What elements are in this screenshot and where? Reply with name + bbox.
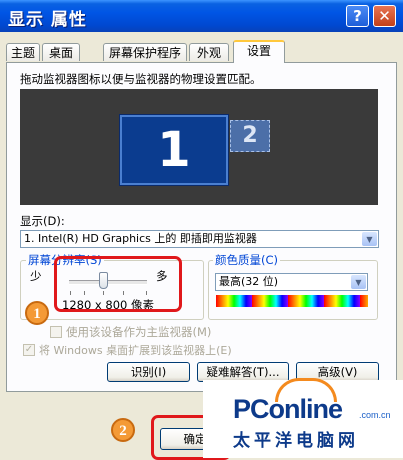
extend-desktop-label: 将 Windows 桌面扩展到该监视器上(E)	[39, 344, 232, 357]
window-title: 显示 属性	[8, 10, 87, 30]
color-quality-value: 最高(32 位)	[219, 275, 279, 288]
color-quality-select[interactable]: 最高(32 位) ▼	[215, 273, 368, 291]
watermark-subtitle: 太平洋电脑网	[233, 431, 359, 451]
troubleshoot-button[interactable]: 疑难解答(T)...	[197, 362, 289, 382]
color-quality-group-title: 颜色质量(C)	[213, 252, 281, 268]
primary-monitor-label: 使用该设备作为主监视器(M)	[66, 325, 212, 339]
display-select-value: 1. Intel(R) HD Graphics 上的 即插即用监视器	[24, 232, 257, 245]
annotation-highlight-resolution	[54, 256, 182, 312]
annotation-step-1-badge: 1	[25, 301, 49, 325]
identify-button[interactable]: 识别(I)	[107, 362, 190, 382]
title-bar[interactable]: 显示 属性 ? ✕	[0, 0, 403, 32]
close-button[interactable]: ✕	[373, 5, 396, 27]
resolution-less-label: 少	[30, 269, 42, 283]
monitor-arrangement: 1 2	[20, 89, 378, 205]
display-label: 显示(D):	[20, 214, 65, 228]
chevron-down-icon[interactable]: ▼	[351, 275, 366, 289]
annotation-step-2-badge: 2	[111, 418, 135, 442]
monitor-1-icon[interactable]: 1	[120, 115, 228, 185]
tab-appearance[interactable]: 外观	[189, 43, 229, 61]
tab-settings[interactable]: 设置	[233, 40, 285, 63]
tab-desktop[interactable]: 桌面	[42, 43, 80, 61]
tab-themes[interactable]: 主题	[6, 43, 40, 61]
help-button[interactable]: ?	[346, 5, 369, 27]
chevron-down-icon[interactable]: ▼	[362, 232, 377, 246]
watermark-domain: .com.cn	[359, 410, 391, 420]
monitor-instructions: 拖动监视器图标以便与监视器的物理设置匹配。	[20, 72, 262, 86]
color-spectrum-bar	[216, 295, 368, 307]
extend-desktop-checkbox[interactable]: ✓	[23, 344, 35, 356]
display-select[interactable]: 1. Intel(R) HD Graphics 上的 即插即用监视器 ▼	[20, 230, 379, 248]
tab-screensaver[interactable]: 屏幕保护程序	[103, 43, 187, 61]
primary-monitor-checkbox[interactable]	[50, 326, 62, 338]
monitor-2-icon[interactable]: 2	[230, 120, 270, 152]
watermark-logo: PConline	[233, 394, 343, 424]
pconline-watermark: PConline .com.cn 太平洋电脑网	[203, 378, 403, 458]
